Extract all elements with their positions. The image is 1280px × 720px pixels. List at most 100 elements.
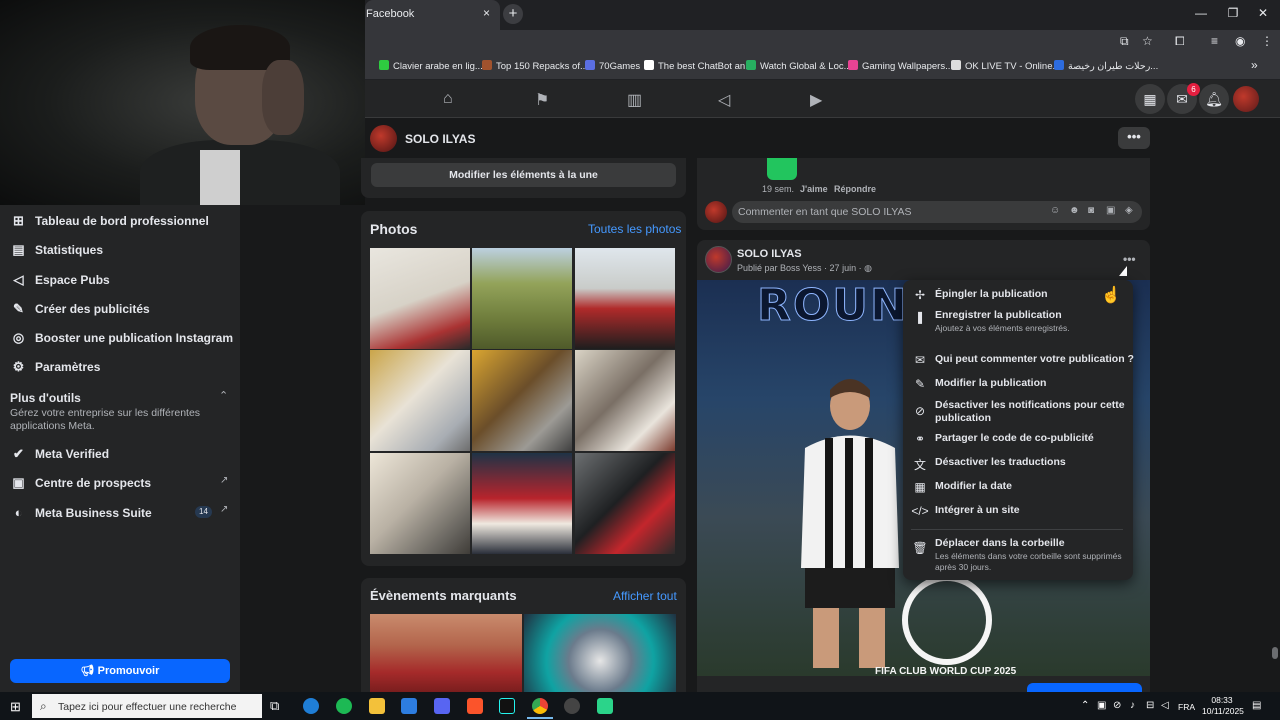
- sidebar-item-ads-space[interactable]: ◁ Espace Pubs: [10, 272, 110, 288]
- bookmark-item[interactable]: The best ChatBot an...: [644, 60, 753, 72]
- page-more-button[interactable]: •••: [1118, 127, 1150, 149]
- bookmark-item[interactable]: رحلات طيران رخيصة...: [1054, 60, 1158, 72]
- star-icon[interactable]: ☆: [1142, 34, 1153, 48]
- microphone-icon[interactable]: ♪: [1130, 700, 1135, 711]
- bookmark-item[interactable]: Clavier arabe en lig...: [379, 60, 483, 72]
- comment-like-link[interactable]: J'aime: [800, 184, 828, 194]
- highlight-thumbnail[interactable]: [524, 614, 676, 692]
- camera-icon[interactable]: ◙: [1088, 205, 1094, 216]
- flag-icon[interactable]: ⚑: [535, 90, 549, 110]
- volume-icon[interactable]: ◁: [1161, 700, 1169, 711]
- photo-thumbnail[interactable]: [575, 248, 675, 349]
- menu-item-disable-translations[interactable]: Désactiver les traductions: [935, 456, 1066, 468]
- sidebar-item-leads-center[interactable]: ▣ Centre de prospects: [10, 475, 151, 491]
- extensions-icon[interactable]: ⧠: [1175, 34, 1185, 49]
- post-more-button[interactable]: •••: [1123, 252, 1136, 266]
- windows-start-icon[interactable]: ⊞: [10, 699, 21, 715]
- promote-button[interactable]: 📢︎ Promouvoir: [10, 659, 230, 683]
- photo-thumbnail[interactable]: [370, 248, 470, 349]
- gif-icon[interactable]: ▣: [1106, 205, 1115, 216]
- show-all-link[interactable]: Afficher tout: [613, 589, 677, 603]
- brave-icon[interactable]: [467, 698, 483, 714]
- bookmark-item[interactable]: Watch Global & Loc...: [746, 60, 852, 72]
- restore-button[interactable]: ❐: [1223, 6, 1243, 20]
- language-indicator[interactable]: FRA: [1178, 702, 1195, 712]
- page-avatar[interactable]: [370, 125, 397, 152]
- spotify-icon[interactable]: [336, 698, 352, 714]
- photo-thumbnail[interactable]: [472, 453, 572, 554]
- notifications-icon[interactable]: ▤: [1252, 700, 1261, 711]
- avatar-sticker-icon[interactable]: ☺: [1050, 205, 1060, 216]
- bookmarks-more-icon[interactable]: »: [1251, 58, 1258, 72]
- sticker-icon[interactable]: ◈: [1125, 205, 1133, 216]
- discord-icon[interactable]: [434, 698, 450, 714]
- menu-item-pin[interactable]: Épingler la publication: [935, 288, 1048, 300]
- menu-icon[interactable]: ⋮: [1261, 34, 1273, 48]
- sidebar-item-dashboard[interactable]: ⊞ Tableau de bord professionnel: [10, 213, 209, 229]
- file-explorer-icon[interactable]: [369, 698, 385, 714]
- sidebar-item-create-ads[interactable]: ✎ Créer des publicités: [10, 301, 150, 317]
- photo-thumbnail[interactable]: [472, 350, 572, 451]
- tab-close-icon[interactable]: ×: [483, 6, 490, 20]
- menu-item-edit-post[interactable]: Modifier la publication: [935, 377, 1046, 389]
- menu-item-who-can-comment[interactable]: Qui peut commenter votre publication ?: [935, 353, 1134, 365]
- emoji-icon[interactable]: ☻: [1069, 205, 1080, 216]
- bookmark-item[interactable]: Gaming Wallpapers...: [848, 60, 953, 72]
- task-view-icon[interactable]: ⧉: [270, 698, 279, 714]
- scrollbar-thumb[interactable]: [1272, 647, 1278, 659]
- sidebar-item-business-suite[interactable]: ◐ Meta Business Suite: [10, 505, 152, 520]
- chrome-icon[interactable]: [532, 698, 548, 714]
- sidebar-item-statistics[interactable]: ▤ Statistiques: [10, 242, 103, 258]
- insights-icon[interactable]: ▥: [627, 90, 642, 110]
- post-author-name[interactable]: SOLO ILYAS: [737, 248, 802, 260]
- video-icon[interactable]: ▶: [810, 90, 822, 110]
- menu-item-save[interactable]: Enregistrer la publication: [935, 309, 1062, 321]
- bookmark-item[interactable]: OK LIVE TV - Online...: [951, 60, 1060, 72]
- chevron-up-icon[interactable]: ⌃: [219, 389, 228, 402]
- tiktok-icon[interactable]: [499, 698, 515, 714]
- sidebar-item-settings[interactable]: ⚙ Paramètres: [10, 359, 101, 375]
- bookmark-item[interactable]: Top 150 Repacks of...: [482, 60, 588, 72]
- photo-thumbnail[interactable]: [370, 350, 470, 451]
- new-tab-button[interactable]: +: [503, 4, 523, 24]
- account-avatar[interactable]: [1233, 86, 1259, 112]
- bookmark-item[interactable]: 70Games: [585, 60, 640, 72]
- comment-reply-link[interactable]: Répondre: [834, 184, 876, 194]
- highlight-thumbnail[interactable]: [370, 614, 522, 692]
- menu-item-embed[interactable]: Intégrer à un site: [935, 504, 1020, 516]
- taskbar-clock[interactable]: 08:33 10/11/2025: [1202, 695, 1244, 717]
- scrollbar-track[interactable]: [1270, 118, 1280, 692]
- photo-thumbnail[interactable]: [472, 248, 572, 349]
- edge-icon[interactable]: [303, 698, 319, 714]
- tray-network-off-icon[interactable]: ⊘: [1113, 700, 1121, 711]
- obs-icon[interactable]: [564, 698, 580, 714]
- edit-featured-button[interactable]: Modifier les éléments à la une: [371, 163, 676, 187]
- notifications-button[interactable]: 🔔︎: [1199, 84, 1229, 114]
- all-photos-link[interactable]: Toutes les photos: [588, 222, 681, 236]
- menu-item-edit-date[interactable]: Modifier la date: [935, 480, 1012, 492]
- network-icon[interactable]: ⊟: [1146, 700, 1154, 711]
- photo-thumbnail[interactable]: [575, 453, 675, 554]
- sidebar-item-boost-instagram[interactable]: ◎ Booster une publication Instagram: [10, 330, 233, 346]
- post-author-avatar[interactable]: [705, 246, 732, 273]
- menu-item-disable-notifications[interactable]: Désactiver les notifications pour cette …: [935, 399, 1125, 425]
- page-name[interactable]: SOLO ILYAS: [405, 132, 475, 146]
- profile-icon[interactable]: ◉: [1235, 34, 1245, 48]
- megaphone-icon[interactable]: ◁: [718, 90, 730, 110]
- tray-chevron-icon[interactable]: ⌃: [1081, 700, 1089, 711]
- tray-app-icon[interactable]: ▣: [1097, 700, 1106, 711]
- minimize-button[interactable]: —: [1191, 6, 1211, 20]
- tab-facebook[interactable]: Facebook ×: [365, 0, 500, 30]
- home-icon[interactable]: ⌂: [443, 90, 453, 108]
- app-icon[interactable]: [597, 698, 613, 714]
- apps-menu-button[interactable]: ▦: [1135, 84, 1165, 114]
- sidebar-item-meta-verified[interactable]: ✔ Meta Verified: [10, 446, 109, 462]
- tab-search-icon[interactable]: ≡: [1211, 34, 1218, 48]
- photo-thumbnail[interactable]: [575, 350, 675, 451]
- menu-item-share-code[interactable]: Partager le code de co-publicité: [935, 432, 1094, 444]
- install-icon[interactable]: ⧉: [1120, 34, 1129, 49]
- close-window-button[interactable]: ✕: [1253, 6, 1273, 20]
- menu-item-move-to-trash[interactable]: Déplacer dans la corbeille: [935, 537, 1065, 549]
- photo-thumbnail[interactable]: [370, 453, 470, 554]
- store-icon[interactable]: [401, 698, 417, 714]
